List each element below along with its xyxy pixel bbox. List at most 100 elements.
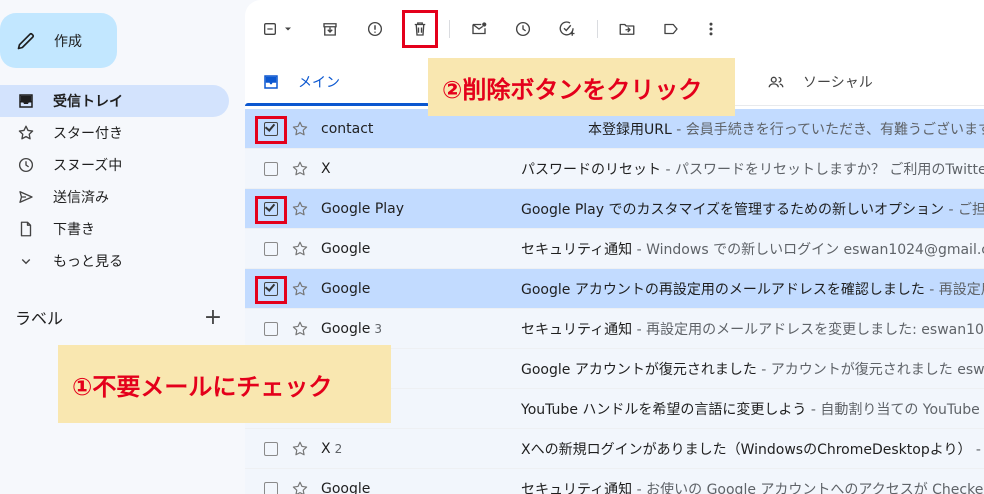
sidebar-item-snoozed[interactable]: スヌーズ中: [0, 149, 229, 181]
sender-name: Google Play: [321, 200, 405, 217]
sidebar-item-label: スター付き: [53, 126, 123, 142]
snippet: - Windows での新しいログイン eswan1024@gmail.com: [632, 241, 984, 258]
sender: Google: [321, 281, 511, 297]
people-icon: [768, 76, 784, 88]
star-icon[interactable]: [291, 240, 309, 258]
step2-callout: ②削除ボタンをクリック: [428, 58, 735, 116]
snippet: - アカウントが復元されました esw: [756, 361, 984, 378]
labels-header: ラベル +: [15, 304, 223, 330]
sender: X2: [321, 441, 511, 457]
star-icon[interactable]: [291, 120, 309, 138]
chevron-down-icon: [21, 259, 31, 265]
message-preview: YouTube ハンドルを希望の言語に変更しよう - 自動割り当ての YouTu…: [521, 399, 984, 419]
snooze-button[interactable]: [508, 14, 538, 44]
sender: contact: [321, 121, 511, 137]
sender-name: X: [321, 440, 331, 457]
row-checkbox[interactable]: [264, 321, 278, 336]
clock-icon: [18, 157, 34, 173]
checkbox-highlight-box: [255, 196, 287, 224]
subject: パスワードのリセット: [521, 161, 661, 178]
sender: Google: [321, 481, 511, 494]
sender: X: [321, 161, 511, 177]
sender: Google 3: [321, 321, 511, 337]
subject: セキュリティ通知: [521, 241, 633, 258]
checkbox-minus-icon: [264, 23, 276, 35]
row-checkbox[interactable]: [264, 241, 278, 256]
message-preview: セキュリティ通知 - お使いの Google アカウントへのアクセスが Chec…: [521, 479, 984, 494]
sender: Google: [321, 241, 511, 257]
mail-dot-icon: [472, 22, 487, 35]
subject: 本登録用URL: [588, 121, 672, 138]
snippet: - ご担当: [948, 201, 984, 218]
move-to-button[interactable]: [612, 14, 642, 44]
archive-button[interactable]: [315, 14, 345, 44]
star-icon[interactable]: [291, 320, 309, 338]
sender-name: X: [321, 160, 331, 177]
star-icon[interactable]: [291, 160, 309, 178]
subject: Xへの新規ログインがありました（WindowsのChromeDesktopより）: [521, 441, 972, 458]
subject: セキュリティ通知: [521, 321, 633, 338]
star-icon[interactable]: [291, 200, 309, 218]
caret-down-icon: [285, 27, 291, 31]
sender-name: Google: [321, 480, 371, 494]
sidebar-item-more[interactable]: もっと見る: [0, 245, 229, 277]
label-icon: [664, 23, 678, 35]
compose-label: 作成: [54, 33, 82, 50]
sender: Google Play: [321, 201, 511, 217]
star-icon[interactable]: [291, 440, 309, 458]
sidebar-item-inbox[interactable]: 受信トレイ: [0, 85, 229, 117]
pencil-icon: [17, 32, 35, 49]
step1-callout: ①不要メールにチェック: [58, 345, 391, 423]
row-checkbox[interactable]: [264, 441, 278, 456]
mark-unread-button[interactable]: [464, 14, 494, 44]
sidebar-item-drafts[interactable]: 下書き: [0, 213, 229, 245]
select-all-checkbox[interactable]: [257, 14, 299, 44]
active-tab-indicator: [245, 103, 430, 106]
message-preview: Google アカウントが復元されました - アカウントが復元されました esw: [521, 359, 984, 379]
step2-text: ②削除ボタンをクリック: [442, 75, 703, 104]
tab-main[interactable]: メイン: [262, 58, 340, 106]
toolbar: [245, 8, 984, 50]
delete-highlight-box: [402, 10, 438, 48]
email-row[interactable]: Google セキュリティ通知 - お使いの Google アカウントへのアクセ…: [245, 469, 984, 494]
sender-name: contact: [321, 120, 374, 137]
email-row[interactable]: X2 Xへの新規ログインがありました（WindowsのChromeDesktop…: [245, 429, 984, 469]
star-icon[interactable]: [291, 480, 309, 494]
message-preview: パスワードのリセット - パスワードをリセットしますか？ ご利用のTwitter: [521, 159, 984, 179]
row-checkbox[interactable]: [264, 481, 278, 494]
snippet: - パスワードをリセットしますか？ ご利用のTwitter: [661, 161, 984, 178]
more-options-button[interactable]: [696, 14, 726, 44]
email-row[interactable]: Google 3 セキュリティ通知 - 再設定用のメールアドレスを変更しました: …: [245, 309, 984, 349]
thread-count: 2: [334, 441, 343, 456]
subject: Google アカウントの再設定用のメールアドレスを確認しました: [521, 281, 925, 298]
draft-icon: [20, 221, 32, 237]
message-preview: Google アカウントの再設定用のメールアドレスを確認しました - 再設定用: [521, 279, 984, 299]
label-button[interactable]: [656, 14, 686, 44]
folder-move-icon: [619, 23, 635, 35]
sidebar-item-sent[interactable]: 送信済み: [0, 181, 229, 213]
add-task-button[interactable]: [552, 14, 582, 44]
row-checkbox[interactable]: [264, 161, 278, 176]
tab-social[interactable]: ソーシャル: [767, 58, 873, 106]
star-icon[interactable]: [291, 280, 309, 298]
email-row[interactable]: X パスワードのリセット - パスワードをリセットしますか？ ご利用のTwitt…: [245, 149, 984, 189]
add-label-button[interactable]: +: [203, 305, 223, 330]
message-preview: セキュリティ通知 - Windows での新しいログイン eswan1024@g…: [521, 239, 984, 259]
step1-text: ①不要メールにチェック: [72, 372, 333, 401]
message-preview: Xへの新規ログインがありました（WindowsのChromeDesktopより）…: [521, 439, 984, 459]
snippet: - ご: [975, 441, 984, 458]
subject: セキュリティ通知: [521, 481, 633, 494]
sidebar-item-starred[interactable]: スター付き: [0, 117, 229, 149]
report-spam-button[interactable]: [360, 14, 390, 44]
star-icon: [18, 125, 34, 140]
email-row[interactable]: Google セキュリティ通知 - Windows での新しいログイン eswa…: [245, 229, 984, 269]
email-row[interactable]: Google Google アカウントの再設定用のメールアドレスを確認しました …: [245, 269, 984, 309]
snippet: - 自動割り当ての YouTube ハ: [806, 401, 984, 418]
inbox-icon: [19, 94, 33, 108]
spam-icon: [367, 21, 383, 37]
tab-label: ソーシャル: [803, 75, 873, 91]
thread-count: 3: [374, 321, 383, 336]
toolbar-divider: [449, 20, 450, 38]
email-row[interactable]: Google Play Google Play でのカスタマイズを管理するための…: [245, 189, 984, 229]
compose-button[interactable]: 作成: [0, 13, 117, 68]
